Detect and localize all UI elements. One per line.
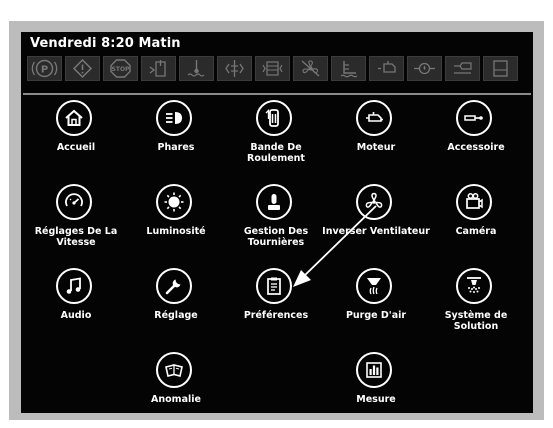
menu-label: Audio	[60, 310, 92, 321]
fuel-filter-icon	[445, 56, 480, 81]
track-icon	[256, 100, 292, 136]
header-divider	[23, 93, 531, 95]
menu-label: Système de Solution	[444, 310, 508, 332]
transmission-icon	[255, 56, 290, 81]
home-icon	[56, 100, 92, 136]
music-icon	[56, 268, 92, 304]
menu-tile-moteur[interactable]: Moteur	[321, 100, 431, 184]
camera-icon	[456, 184, 492, 220]
stop-icon: STOP	[103, 56, 138, 81]
menu-tile-accessoire[interactable]: Accessoire	[421, 100, 531, 184]
svg-text:STOP: STOP	[112, 66, 131, 73]
status-datetime: Vendredi 8:20 Matin	[30, 36, 181, 51]
menu-label: Caméra	[455, 226, 497, 237]
menu-label: Moteur	[356, 142, 396, 153]
menu-tile-mesure[interactable]: Mesure	[321, 352, 431, 413]
speedometer-icon	[56, 184, 92, 220]
engine-icon	[356, 100, 392, 136]
menu-label: Anomalie	[151, 394, 201, 405]
menu-tile-camera[interactable]: Caméra	[421, 184, 531, 268]
brightness-icon	[156, 184, 192, 220]
wrench-icon	[156, 268, 192, 304]
electrical-icon	[217, 56, 252, 81]
menu-label: Purge D'air	[345, 310, 407, 321]
engine-warning-icon	[369, 56, 404, 81]
clipboard-icon	[256, 268, 292, 304]
menu-label: Gestion Des Tournières	[243, 226, 309, 248]
fluid-level-icon	[331, 56, 366, 81]
joystick-icon	[256, 184, 292, 220]
menu-label: Accessoire	[447, 142, 505, 153]
display-screen: Vendredi 8:20 Matin P STOP Accueil Phare…	[21, 32, 533, 413]
menu-tile-accueil[interactable]: Accueil	[21, 100, 131, 184]
menu-label: Inverser Ventilateur	[322, 226, 430, 237]
menu-label: Mesure	[356, 394, 396, 405]
coolant-temperature-icon	[179, 56, 214, 81]
air-purge-icon	[356, 268, 392, 304]
menu-tile-reglage[interactable]: Réglage	[121, 268, 231, 352]
fan-warning-icon	[293, 56, 328, 81]
menu-label: Bande De Roulement	[247, 142, 305, 164]
menu-label: Réglages De La Vitesse	[34, 226, 118, 248]
headlights-icon	[156, 100, 192, 136]
menu-tile-purge-dair[interactable]: Purge D'air	[321, 268, 431, 352]
warning-indicator-bar: P STOP	[25, 56, 525, 94]
oil-pressure-icon	[407, 56, 442, 81]
menu-tile-phares[interactable]: Phares	[121, 100, 231, 184]
fuel-level-icon	[483, 56, 518, 81]
menu-label: Luminosité	[146, 226, 206, 237]
menu-label: Réglage	[154, 310, 198, 321]
menu-tile-audio[interactable]: Audio	[21, 268, 131, 352]
fan-icon	[356, 184, 392, 220]
menu-tile-preferences[interactable]: Préférences	[221, 268, 331, 352]
menu-label: Accueil	[56, 142, 96, 153]
manual-book-icon	[156, 352, 192, 388]
menu-tile-bande-de-roulement[interactable]: Bande De Roulement	[221, 100, 331, 184]
menu-tile-inverser-ventilateur[interactable]: Inverser Ventilateur	[321, 184, 431, 268]
parking-brake-icon: P	[27, 56, 62, 81]
solution-system-icon	[456, 268, 492, 304]
accessory-icon	[456, 100, 492, 136]
menu-tile-gestion-des-tournieres[interactable]: Gestion Des Tournières	[221, 184, 331, 268]
display-bezel: Vendredi 8:20 Matin P STOP Accueil Phare…	[9, 21, 544, 420]
menu-tile-luminosite[interactable]: Luminosité	[121, 184, 231, 268]
menu-tile-systeme-de-solution[interactable]: Système de Solution	[421, 268, 531, 352]
caution-triangle-icon	[65, 56, 100, 81]
bar-chart-icon	[356, 352, 392, 388]
menu-label: Phares	[157, 142, 195, 153]
hydraulic-oil-icon	[141, 56, 176, 81]
menu-label: Préférences	[243, 310, 309, 321]
menu-tile-reglages-de-la-vitesse[interactable]: Réglages De La Vitesse	[21, 184, 131, 268]
menu-tile-anomalie[interactable]: Anomalie	[121, 352, 231, 413]
svg-text:P: P	[41, 64, 48, 75]
